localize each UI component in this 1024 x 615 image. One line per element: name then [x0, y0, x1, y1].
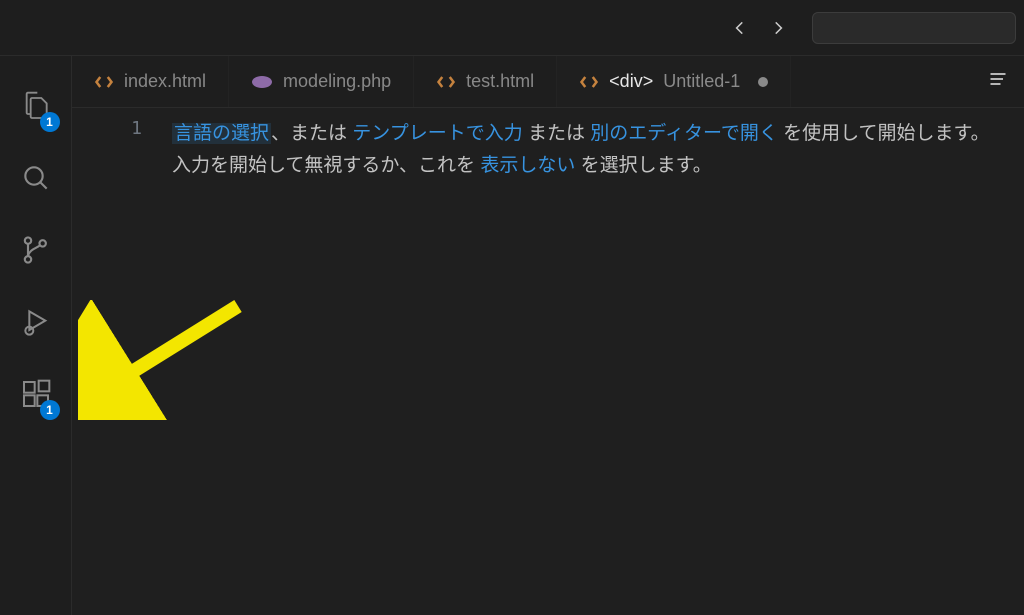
activity-source-control[interactable] — [0, 214, 72, 286]
menu-lines-icon — [988, 69, 1008, 89]
select-language-link[interactable]: 言語の選択 — [172, 123, 271, 144]
placeholder-line-1: 言語の選択、または テンプレートで入力 または 別のエディターで開く を使用して… — [172, 118, 1024, 150]
main-container: 1 — [0, 55, 1024, 615]
fill-template-link[interactable]: テンプレートで入力 — [352, 123, 522, 144]
nav-forward-button[interactable] — [768, 18, 788, 38]
line-number: 1 — [72, 118, 142, 139]
tab-index-html[interactable]: index.html — [72, 56, 229, 107]
html-file-icon — [94, 72, 114, 92]
dirty-indicator-icon — [758, 77, 768, 87]
html-file-icon — [436, 72, 456, 92]
tab-label: <div> — [609, 71, 653, 92]
editor-content[interactable]: 1 言語の選択、または テンプレートで入力 または 別のエディターで開く を使用… — [72, 108, 1024, 615]
tab-sublabel: Untitled-1 — [663, 71, 740, 92]
open-other-editor-link[interactable]: 別のエディターで開く — [590, 123, 778, 144]
branch-icon — [20, 234, 52, 266]
editor-actions — [972, 56, 1024, 107]
tab-modeling-php[interactable]: modeling.php — [229, 56, 414, 107]
tab-label: test.html — [466, 71, 534, 92]
activity-bar: 1 — [0, 56, 72, 615]
activity-extensions[interactable]: 1 — [0, 358, 72, 430]
tab-test-html[interactable]: test.html — [414, 56, 557, 107]
editor-text-area[interactable]: 言語の選択、または テンプレートで入力 または 別のエディターで開く を使用して… — [172, 114, 1024, 615]
activity-explorer[interactable]: 1 — [0, 70, 72, 142]
extensions-badge: 1 — [40, 400, 60, 420]
tab-label: index.html — [124, 71, 206, 92]
more-actions-button[interactable] — [988, 69, 1008, 94]
explorer-badge: 1 — [40, 112, 60, 132]
html-file-icon — [579, 72, 599, 92]
tab-label: modeling.php — [283, 71, 391, 92]
nav-back-button[interactable] — [730, 18, 750, 38]
search-icon — [20, 162, 52, 194]
line-number-gutter: 1 — [72, 114, 172, 615]
editor-area: index.html modeling.php test.html <div> — [72, 56, 1024, 615]
run-debug-icon — [20, 306, 52, 338]
activity-run-debug[interactable] — [0, 286, 72, 358]
activity-search[interactable] — [0, 142, 72, 214]
placeholder-line-2: 入力を開始して無視するか、これを 表示しない を選択します。 — [172, 150, 1024, 182]
command-center-search[interactable] — [812, 12, 1016, 44]
nav-arrows — [730, 18, 788, 38]
dont-show-link[interactable]: 表示しない — [480, 155, 575, 176]
php-file-icon — [251, 75, 273, 89]
tab-untitled-1[interactable]: <div> Untitled-1 — [557, 56, 791, 107]
tab-bar: index.html modeling.php test.html <div> — [72, 56, 1024, 108]
titlebar — [0, 0, 1024, 55]
